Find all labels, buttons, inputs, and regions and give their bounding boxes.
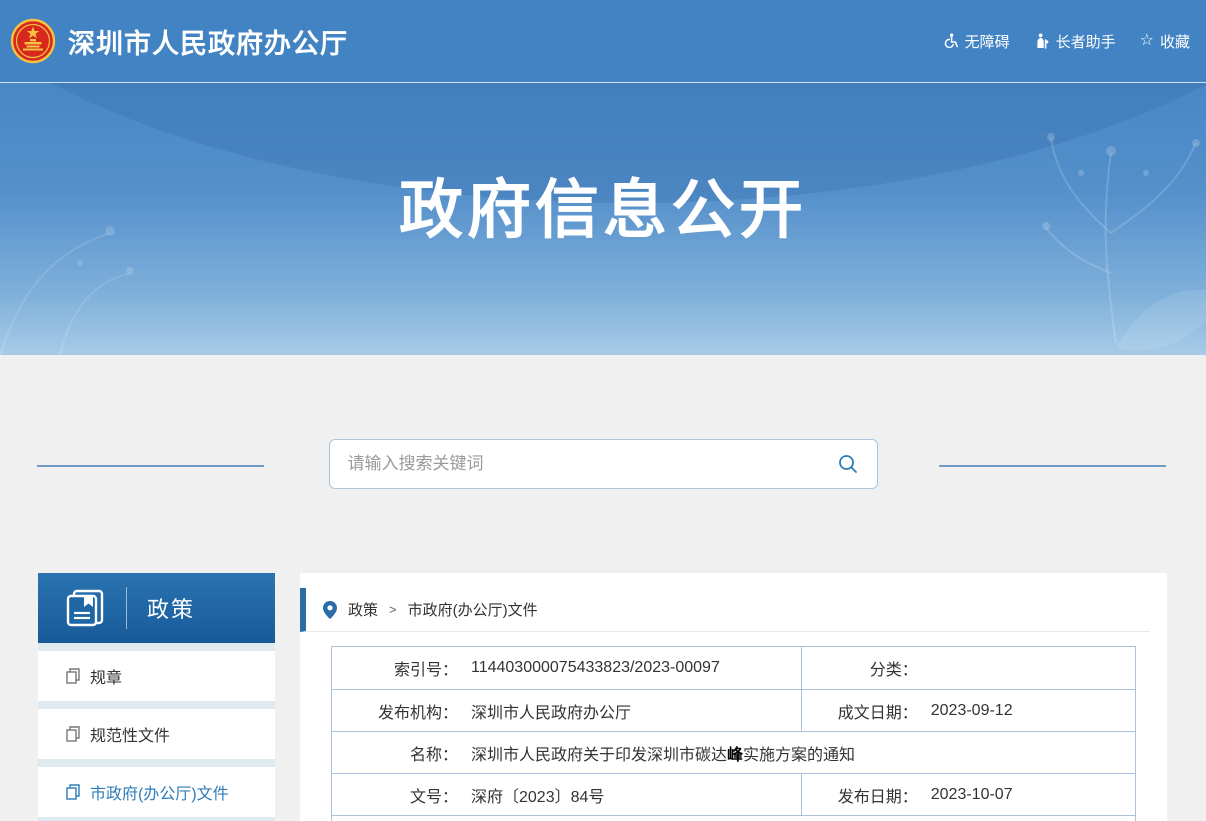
name-text-post: 实施方案的通知 xyxy=(743,747,855,764)
location-pin-icon xyxy=(323,601,337,619)
document-info-table: 索引号： 114403000075433823/2023-00097 分类： 发… xyxy=(331,646,1136,821)
elder-assist-label: 长者助手 xyxy=(1056,31,1116,52)
sidebar-header-divider xyxy=(126,587,127,629)
table-row-name: 名称： 深圳市人民政府关于印发深圳市碳达峰实施方案的通知 xyxy=(332,731,1135,773)
sidebar: 政策 规章 规范性文件 xyxy=(38,573,275,821)
doc-number-value: 深府〔2023〕84号 xyxy=(471,783,604,807)
search-button[interactable] xyxy=(837,453,859,475)
doc-number-cell: 文号： 深府〔2023〕84号 xyxy=(332,774,802,815)
publish-date-label: 发布日期： xyxy=(802,783,918,807)
search-input[interactable] xyxy=(348,454,837,474)
document-name-cell: 名称： 深圳市人民政府关于印发深圳市碳达峰实施方案的通知 xyxy=(332,732,1135,773)
search-box xyxy=(329,439,878,489)
issuer-cell: 发布机构： 深圳市人民政府办公厅 xyxy=(332,690,802,731)
index-number-label: 索引号： xyxy=(332,656,458,680)
breadcrumb-separator: > xyxy=(389,602,397,617)
site-title: 深圳市人民政府办公厅 xyxy=(68,22,348,61)
table-row-issuer: 发布机构： 深圳市人民政府办公厅 成文日期： 2023-09-12 xyxy=(332,689,1135,731)
index-number-value: 114403000075433823/2023-00097 xyxy=(471,659,720,677)
accessibility-label: 无障碍 xyxy=(965,31,1010,52)
search-icon xyxy=(837,453,859,475)
written-date-cell: 成文日期： 2023-09-12 xyxy=(802,690,1135,731)
search-section xyxy=(0,355,1206,573)
favorite-link[interactable]: ☆ 收藏 xyxy=(1140,31,1190,52)
favorite-label: 收藏 xyxy=(1160,31,1190,52)
table-row-partial xyxy=(332,815,1135,821)
name-highlight-keyword: 峰 xyxy=(727,747,743,764)
sidebar-menu: 规章 规范性文件 市政府(办公厅)文件 xyxy=(38,643,275,821)
header-bar: 深圳市人民政府办公厅 无障碍 长者助手 ☆ 收藏 xyxy=(0,0,1206,82)
written-date-label: 成文日期： xyxy=(802,699,918,723)
sidebar-item-label: 规范性文件 xyxy=(90,722,170,746)
elder-assist-icon xyxy=(1034,33,1050,49)
sidebar-item-regulations[interactable]: 规章 xyxy=(38,651,275,701)
breadcrumb: 政策 > 市政府(办公厅)文件 xyxy=(300,588,1150,632)
doc-number-label: 文号： xyxy=(332,783,458,807)
publish-date-value: 2023-10-07 xyxy=(931,786,1013,804)
star-icon: ☆ xyxy=(1140,33,1154,49)
document-name-label: 名称： xyxy=(332,741,458,765)
document-icon xyxy=(66,668,81,684)
header-links: 无障碍 长者助手 ☆ 收藏 xyxy=(943,31,1190,52)
accessibility-link[interactable]: 无障碍 xyxy=(943,31,1010,52)
content-area: 政策 规章 规范性文件 xyxy=(0,573,1206,821)
page-title: 政府信息公开 xyxy=(0,159,1206,251)
banner: 政府信息公开 xyxy=(0,82,1206,355)
issuer-value: 深圳市人民政府办公厅 xyxy=(471,699,631,723)
category-label: 分类： xyxy=(802,656,918,680)
sidebar-item-normative-docs[interactable]: 规范性文件 xyxy=(38,709,275,759)
accessibility-icon xyxy=(943,33,959,49)
written-date-value: 2023-09-12 xyxy=(931,702,1013,720)
document-name-value: 深圳市人民政府关于印发深圳市碳达峰实施方案的通知 xyxy=(471,741,855,765)
national-emblem-icon xyxy=(10,18,56,64)
document-icon xyxy=(66,784,81,800)
sidebar-item-label: 市政府(办公厅)文件 xyxy=(90,780,229,804)
partial-cell xyxy=(332,816,1135,821)
name-text-pre: 深圳市人民政府关于印发深圳市碳达 xyxy=(471,747,727,764)
breadcrumb-item-policy[interactable]: 政策 xyxy=(348,599,378,620)
table-row-doc-number: 文号： 深府〔2023〕84号 发布日期： 2023-10-07 xyxy=(332,773,1135,815)
publish-date-cell: 发布日期： 2023-10-07 xyxy=(802,774,1135,815)
book-icon xyxy=(64,588,106,628)
category-cell: 分类： xyxy=(802,647,1135,689)
breadcrumb-item-municipal-office-docs[interactable]: 市政府(办公厅)文件 xyxy=(408,599,538,620)
table-row-index: 索引号： 114403000075433823/2023-00097 分类： xyxy=(332,647,1135,689)
main-panel: 政策 > 市政府(办公厅)文件 索引号： 114403000075433823/… xyxy=(300,573,1167,821)
issuer-label: 发布机构： xyxy=(332,699,458,723)
decorative-line-left xyxy=(37,465,264,467)
sidebar-item-label: 规章 xyxy=(90,664,122,688)
document-icon xyxy=(66,726,81,742)
sidebar-header: 政策 xyxy=(38,573,275,643)
sidebar-header-label: 政策 xyxy=(147,592,195,624)
elder-assist-link[interactable]: 长者助手 xyxy=(1034,31,1116,52)
index-number-cell: 索引号： 114403000075433823/2023-00097 xyxy=(332,647,802,689)
decorative-line-right xyxy=(939,465,1166,467)
sidebar-item-municipal-office-docs[interactable]: 市政府(办公厅)文件 xyxy=(38,767,275,817)
